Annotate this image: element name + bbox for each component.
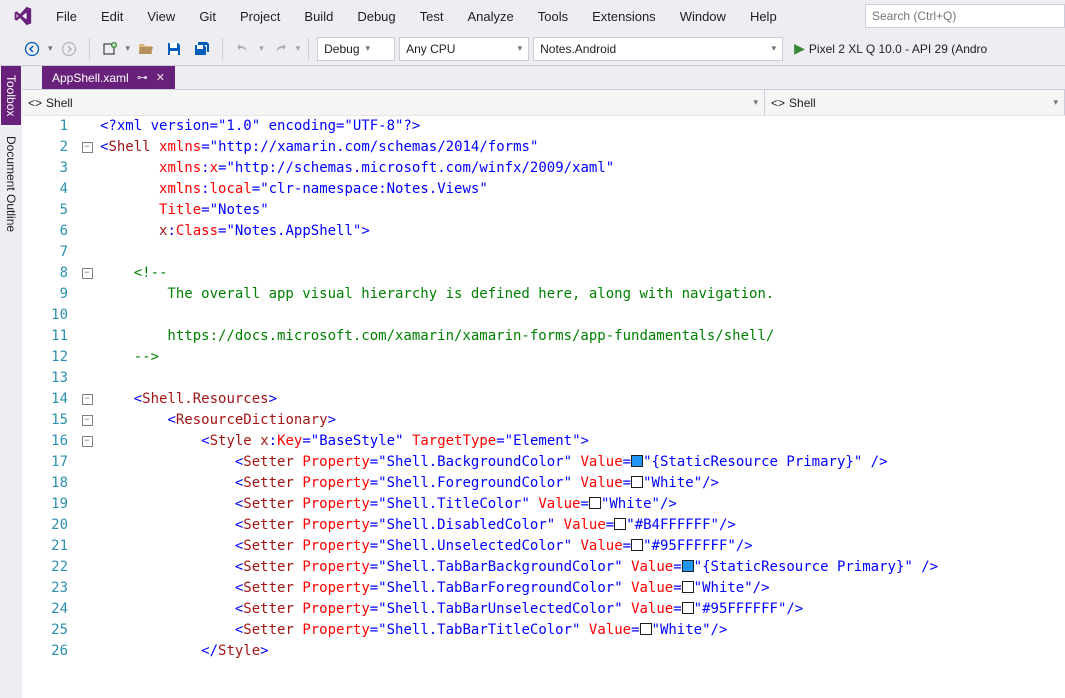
open-button[interactable]	[134, 37, 158, 61]
menu-test[interactable]: Test	[408, 5, 456, 28]
menu-edit[interactable]: Edit	[89, 5, 135, 28]
doctab-appshell[interactable]: AppShell.xaml ⊶ ✕	[42, 66, 175, 89]
document-tabs: AppShell.xaml ⊶ ✕	[22, 66, 1065, 90]
search-input[interactable]	[865, 4, 1065, 28]
menu-view[interactable]: View	[135, 5, 187, 28]
pin-icon[interactable]: ⊶	[137, 71, 148, 84]
back-button[interactable]	[20, 37, 44, 61]
menu-file[interactable]: File	[44, 5, 89, 28]
side-tabs: Toolbox Document Outline	[0, 66, 22, 698]
sidetab-toolbox[interactable]: Toolbox	[1, 66, 21, 125]
menu-git[interactable]: Git	[187, 5, 228, 28]
menu-window[interactable]: Window	[668, 5, 738, 28]
nav-member-dropdown[interactable]: <> Shell▾	[765, 90, 1065, 115]
menu-debug[interactable]: Debug	[345, 5, 407, 28]
code-icon: <>	[28, 96, 42, 110]
startup-project-dropdown[interactable]: Notes.Android▾	[533, 37, 783, 61]
run-button[interactable]: ▶Pixel 2 XL Q 10.0 - API 29 (Andro	[787, 37, 994, 61]
close-icon[interactable]: ✕	[156, 71, 165, 84]
navigation-bar: <> Shell▾ <> Shell▾	[22, 90, 1065, 116]
sidetab-document-outline[interactable]: Document Outline	[1, 127, 21, 241]
code-lines[interactable]: <?xml version="1.0" encoding="UTF-8"?><S…	[96, 116, 1065, 698]
redo-button[interactable]	[268, 37, 292, 61]
menu-help[interactable]: Help	[738, 5, 789, 28]
forward-button[interactable]	[57, 37, 81, 61]
menu-build[interactable]: Build	[292, 5, 345, 28]
menu-tools[interactable]: Tools	[526, 5, 580, 28]
nav-type-dropdown[interactable]: <> Shell▾	[22, 90, 765, 115]
new-project-button[interactable]	[98, 37, 122, 61]
save-all-button[interactable]	[190, 37, 214, 61]
save-button[interactable]	[162, 37, 186, 61]
menubar: FileEditViewGitProjectBuildDebugTestAnal…	[0, 0, 1065, 32]
platform-dropdown[interactable]: Any CPU▾	[399, 37, 529, 61]
toolbar: ▾ ▾ ▾ ▾ Debug▾ Any CPU▾ Notes.Android▾ ▶…	[0, 32, 1065, 66]
undo-button[interactable]	[231, 37, 255, 61]
code-icon: <>	[771, 96, 785, 110]
visual-studio-logo-icon	[8, 2, 36, 30]
doctab-label: AppShell.xaml	[52, 71, 129, 85]
code-editor[interactable]: 1234567891011121314151617181920212223242…	[22, 116, 1065, 698]
fold-gutter[interactable]: −−−−−	[78, 116, 96, 698]
configuration-dropdown[interactable]: Debug▾	[317, 37, 395, 61]
menu-project[interactable]: Project	[228, 5, 292, 28]
line-numbers: 1234567891011121314151617181920212223242…	[22, 116, 78, 698]
menu-extensions[interactable]: Extensions	[580, 5, 668, 28]
menu-analyze[interactable]: Analyze	[455, 5, 525, 28]
